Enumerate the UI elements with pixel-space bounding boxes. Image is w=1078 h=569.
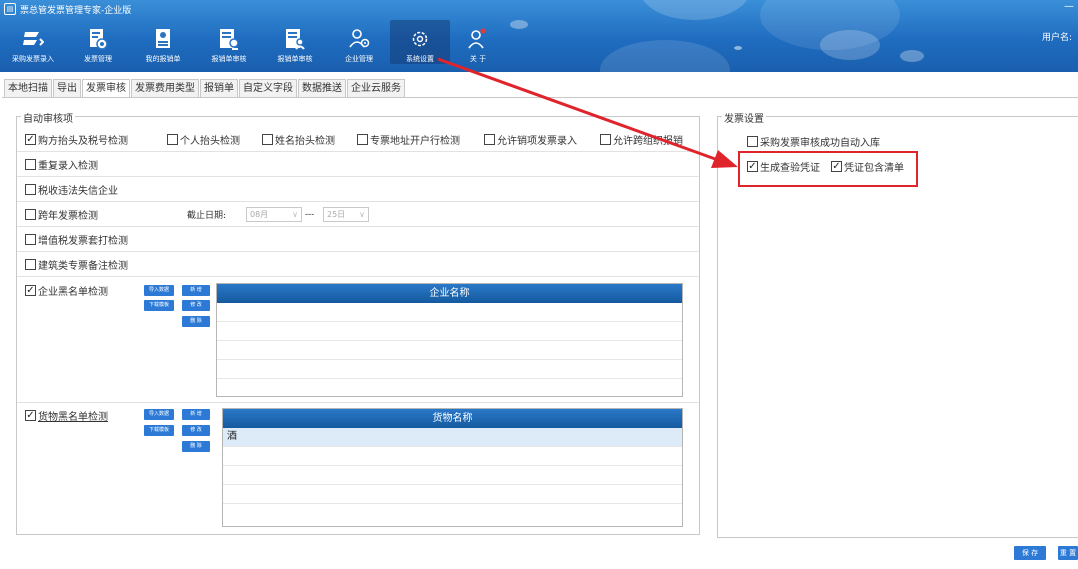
save-button[interactable]: 保 存 <box>1014 546 1046 560</box>
reset-button[interactable]: 重 置 <box>1058 546 1078 560</box>
annotation-arrow <box>437 57 738 168</box>
app-window: ▤ 票总管发票管理专家-企业版 — 采购发票录入 发票管理 我的报销单 报销单审… <box>0 0 1078 569</box>
